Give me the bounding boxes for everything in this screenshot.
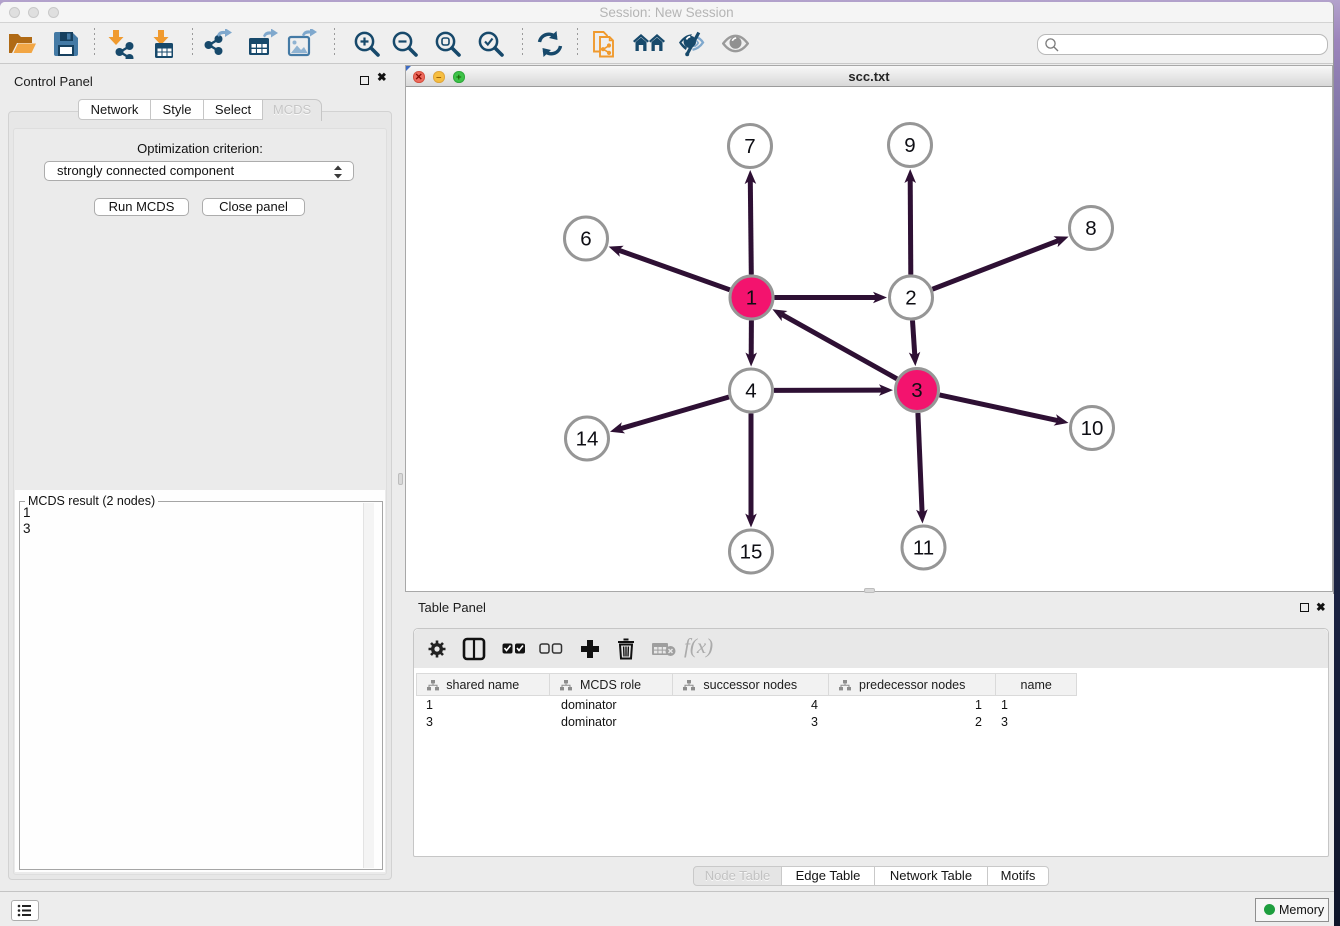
svg-text:8: 8 [1085,217,1096,240]
svg-text:2: 2 [905,287,916,310]
svg-text:11: 11 [913,537,934,560]
svg-text:3: 3 [911,379,922,402]
svg-text:4: 4 [745,380,756,403]
svg-text:1: 1 [746,287,757,310]
svg-text:6: 6 [580,228,591,251]
svg-text:15: 15 [740,541,763,564]
svg-text:14: 14 [576,428,599,451]
svg-text:9: 9 [904,134,915,157]
svg-text:7: 7 [744,135,755,158]
svg-text:10: 10 [1081,417,1104,440]
